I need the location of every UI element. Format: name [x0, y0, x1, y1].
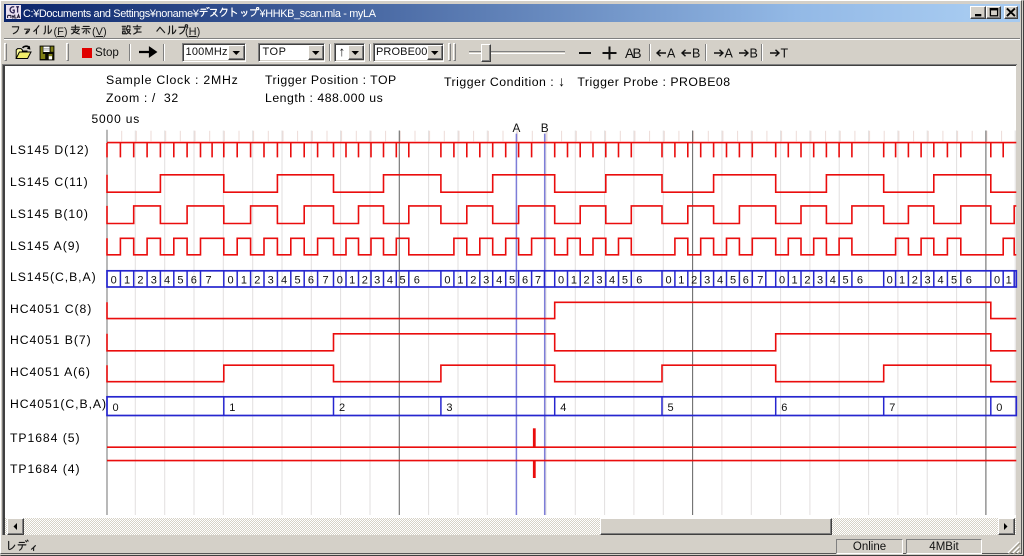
svg-text:6: 6 [636, 274, 642, 286]
svg-text:1: 1 [899, 274, 905, 286]
svg-text:5: 5 [951, 274, 957, 286]
svg-text:0: 0 [558, 274, 564, 286]
svg-text:1: 1 [792, 274, 798, 286]
svg-text:B: B [541, 121, 549, 135]
svg-text:4: 4 [609, 274, 615, 286]
svg-text:6: 6 [743, 274, 749, 286]
svg-text:1: 1 [229, 402, 235, 414]
svg-text:1: 1 [678, 274, 684, 286]
svg-text:4: 4 [938, 274, 944, 286]
svg-text:2: 2 [254, 274, 260, 286]
svg-text:2: 2 [912, 274, 918, 286]
svg-text:5: 5 [294, 274, 300, 286]
svg-text:0: 0 [996, 402, 1002, 414]
svg-text:6: 6 [308, 274, 314, 286]
svg-text:5: 5 [730, 274, 736, 286]
svg-text:3: 3 [268, 274, 274, 286]
svg-text:5: 5 [400, 274, 406, 286]
svg-text:0: 0 [665, 274, 671, 286]
svg-text:4: 4 [164, 274, 170, 286]
svg-text:0: 0 [227, 274, 233, 286]
svg-text:0: 0 [994, 274, 1000, 286]
svg-text:5: 5 [842, 274, 848, 286]
svg-text:3: 3 [446, 402, 452, 414]
svg-text:2: 2 [584, 274, 590, 286]
svg-text:3: 3 [596, 274, 602, 286]
svg-text:7: 7 [535, 274, 541, 286]
svg-text:1: 1 [241, 274, 247, 286]
svg-text:2: 2 [691, 274, 697, 286]
svg-text:4: 4 [281, 274, 287, 286]
svg-text:0: 0 [111, 274, 117, 286]
svg-text:5: 5 [177, 274, 183, 286]
svg-text:6: 6 [857, 274, 863, 286]
svg-text:1: 1 [571, 274, 577, 286]
svg-text:2: 2 [804, 274, 810, 286]
svg-text:0: 0 [887, 274, 893, 286]
svg-text:0: 0 [444, 274, 450, 286]
svg-text:3: 3 [151, 274, 157, 286]
svg-text:4: 4 [560, 402, 566, 414]
svg-text:5: 5 [668, 402, 674, 414]
svg-text:5: 5 [509, 274, 515, 286]
svg-text:7: 7 [889, 402, 895, 414]
svg-text:4: 4 [717, 274, 723, 286]
svg-text:A: A [512, 121, 520, 135]
svg-text:6: 6 [522, 274, 528, 286]
svg-text:3: 3 [374, 274, 380, 286]
svg-text:3: 3 [924, 274, 930, 286]
svg-text:3: 3 [704, 274, 710, 286]
svg-text:0: 0 [337, 274, 343, 286]
svg-text:0: 0 [779, 274, 785, 286]
svg-text:3: 3 [817, 274, 823, 286]
svg-text:3: 3 [483, 274, 489, 286]
svg-text:1: 1 [349, 274, 355, 286]
svg-text:7: 7 [757, 274, 763, 286]
svg-text:6: 6 [966, 274, 972, 286]
svg-text:2: 2 [362, 274, 368, 286]
svg-text:1: 1 [1006, 274, 1012, 286]
svg-text:1: 1 [124, 274, 130, 286]
svg-text:4: 4 [387, 274, 393, 286]
svg-text:7: 7 [323, 274, 329, 286]
svg-text:1: 1 [457, 274, 463, 286]
svg-text:0: 0 [113, 402, 119, 414]
svg-text:2: 2 [470, 274, 476, 286]
svg-text:5: 5 [622, 274, 628, 286]
svg-text:4: 4 [496, 274, 502, 286]
svg-text:4: 4 [830, 274, 836, 286]
svg-text:6: 6 [414, 274, 420, 286]
svg-text:6: 6 [191, 274, 197, 286]
svg-text:2: 2 [339, 402, 345, 414]
svg-text:6: 6 [781, 402, 787, 414]
svg-text:7: 7 [206, 274, 212, 286]
svg-text:2: 2 [137, 274, 143, 286]
